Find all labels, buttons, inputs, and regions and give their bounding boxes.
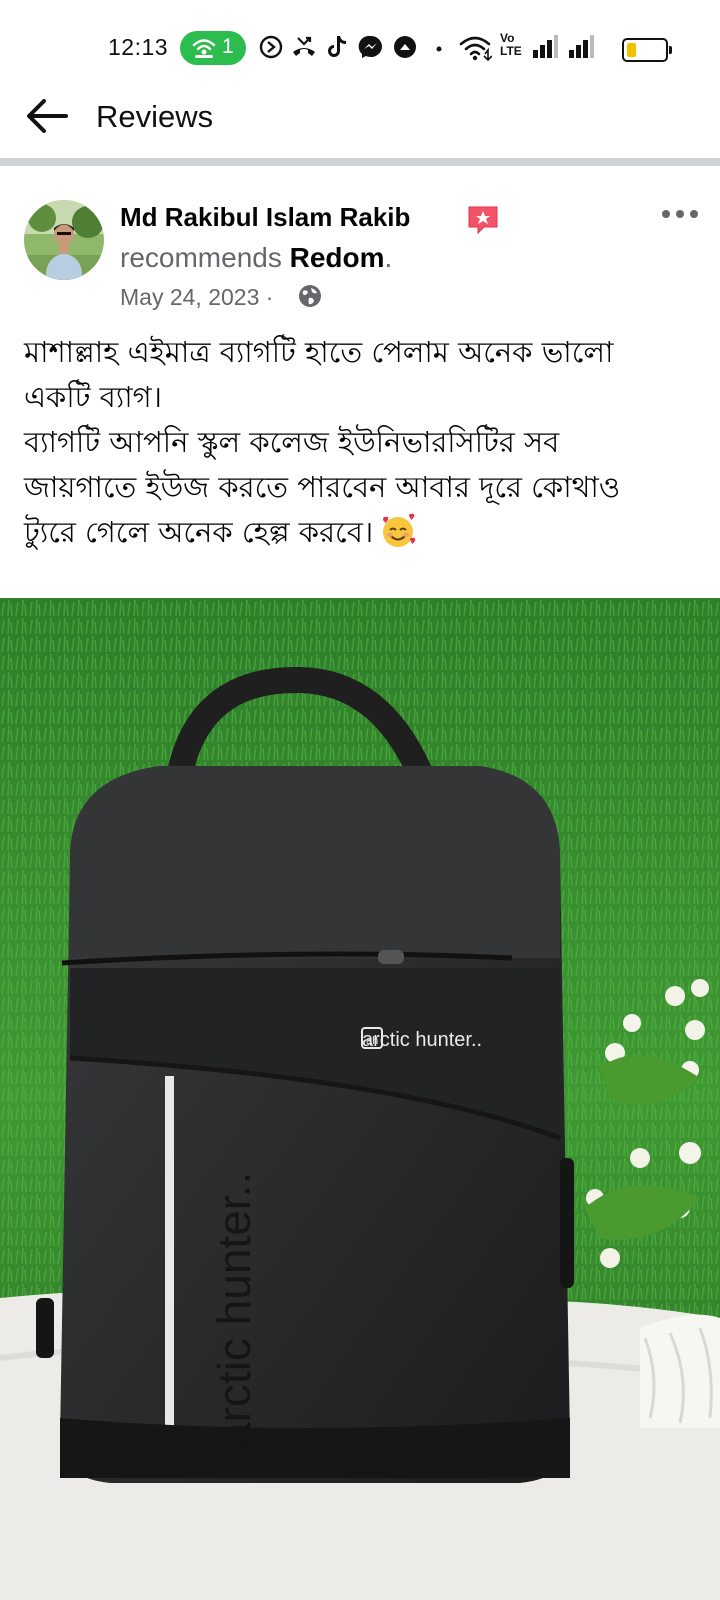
review-line: ব্যাগটি আপনি স্কুল কলেজ ইউনিভারসিটির সব (24, 425, 560, 459)
dot-icon (436, 46, 442, 52)
post-meta: May 24, 2023 · (120, 284, 273, 311)
smiling-face-with-hearts-icon (383, 513, 416, 547)
volte-label-bottom: LTE (500, 44, 522, 58)
battery-icon (622, 38, 672, 62)
review-line-last: ট্যুরে গেলে অনেক হেল্প করবে। (24, 510, 704, 555)
author-name[interactable]: Md Rakibul Islam Rakib (120, 202, 410, 233)
battery-level (627, 43, 636, 57)
signal-icon (533, 35, 558, 58)
hotspot-count: 1 (222, 35, 234, 58)
page-title: Reviews (96, 99, 214, 134)
messenger-icon (358, 35, 382, 58)
avatar[interactable] (24, 200, 104, 280)
tiktok-icon (328, 36, 346, 57)
status-time: 12:13 (108, 34, 169, 60)
back-arrow-icon[interactable] (24, 96, 70, 136)
review-line: জায়গাতে ইউজ করতে পারবেন আবার দূরে কোথাও (24, 470, 621, 504)
signal-icon-2 (569, 35, 594, 58)
review-line-text: ট্যুরে গেলে অনেক হেল্প করবে। (24, 515, 374, 549)
clock-icon (259, 35, 283, 59)
post-date[interactable]: May 24, 2023 (120, 284, 259, 310)
review-photo[interactable]: arctic hunter.. ah arctic hunter.. (0, 598, 720, 1600)
review-line: মাশাল্লাহ এইমাত্র ব্যাগটি হাতে পেলাম অনে… (24, 335, 614, 369)
volte-label-top: Vo (500, 31, 515, 45)
page-name-suffix: . (384, 242, 393, 273)
hotspot-icon (192, 39, 216, 58)
circle-up-icon (394, 36, 416, 58)
recommends-label: recommends (120, 242, 282, 273)
recommendation-line: recommends Redom. (120, 242, 392, 274)
logo-mark: ah (366, 1035, 378, 1047)
review-text: মাশাল্লাহ এইমাত্র ব্যাগটি হাতে পেলাম অনে… (24, 330, 704, 555)
backpack: arctic hunter.. ah arctic hunter.. (36, 666, 574, 1483)
volte-icon: Vo LTE (500, 32, 526, 58)
missed-call-icon (293, 36, 315, 56)
brand-side-text: arctic hunter.. (208, 1172, 260, 1448)
divider (0, 158, 720, 166)
page-name-link[interactable]: Redom (290, 242, 385, 273)
review-line: একটি ব্যাগ। (24, 380, 163, 414)
avatar-image (24, 200, 104, 280)
more-options-icon[interactable] (660, 206, 700, 222)
hotspot-pill: 1 (180, 31, 246, 65)
meta-separator: · (265, 284, 274, 310)
backpack-photo: arctic hunter.. ah arctic hunter.. (0, 598, 720, 1600)
status-bar: 12:13 1 Vo LTE (0, 0, 720, 96)
wifi-icon (459, 36, 492, 62)
top-bar: Reviews (0, 96, 720, 158)
top-fan-badge-icon (468, 206, 498, 235)
globe-icon[interactable] (297, 283, 323, 309)
